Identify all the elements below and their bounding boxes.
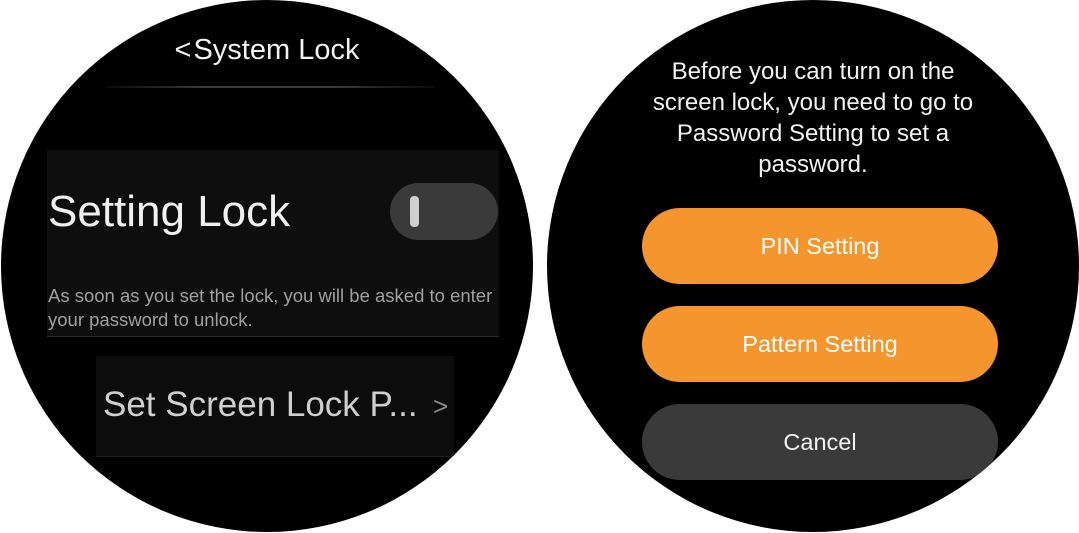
chevron-right-icon: > bbox=[433, 391, 449, 421]
system-lock-screen: <System Lock Setting Lock As soon as you… bbox=[1, 0, 533, 532]
setting-lock-description: As soon as you set the lock, you will be… bbox=[48, 285, 493, 330]
toggle-knob bbox=[410, 196, 419, 227]
row-bottom-divider bbox=[96, 456, 454, 457]
set-screen-lock-label: Set Screen Lock P... bbox=[103, 385, 418, 424]
pin-setting-button[interactable]: PIN Setting bbox=[642, 208, 998, 284]
back-header[interactable]: <System Lock bbox=[1, 34, 533, 67]
header-divider bbox=[105, 86, 435, 88]
password-required-dialog: Before you can turn on the screen lock, … bbox=[547, 0, 1079, 532]
stage: <System Lock Setting Lock As soon as you… bbox=[0, 0, 1079, 533]
dialog-message: Before you can turn on the screen lock, … bbox=[652, 58, 974, 178]
setting-lock-toggle[interactable] bbox=[390, 183, 498, 240]
chevron-left-icon[interactable]: < bbox=[175, 34, 192, 67]
pattern-setting-button[interactable]: Pattern Setting bbox=[642, 306, 998, 382]
cancel-button[interactable]: Cancel bbox=[642, 404, 998, 480]
row-divider bbox=[47, 336, 499, 337]
page-title: System Lock bbox=[193, 34, 360, 66]
setting-lock-label: Setting Lock bbox=[48, 187, 291, 236]
